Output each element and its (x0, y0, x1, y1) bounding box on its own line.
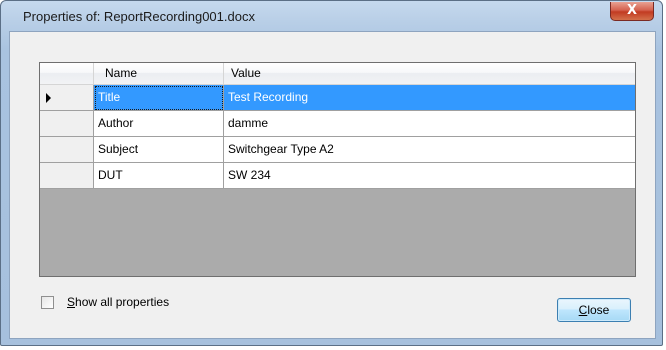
table-row[interactable]: Author damme (40, 111, 635, 137)
grid-header: Name Value (40, 63, 635, 85)
row-header[interactable] (40, 85, 94, 111)
row-pointer-icon (46, 93, 51, 103)
button-text: lose (587, 303, 610, 317)
column-header-name[interactable]: Name (94, 63, 224, 85)
show-all-properties-checkbox[interactable] (41, 295, 54, 309)
properties-grid[interactable]: Name Value Title Test Recording Author d… (39, 62, 636, 277)
property-value-cell[interactable]: SW 234 (224, 163, 635, 189)
property-name-cell[interactable]: Author (94, 111, 224, 137)
title-bar[interactable]: Properties of: ReportRecording001.docx X (1, 1, 662, 31)
property-name-cell[interactable]: Title (94, 85, 224, 111)
show-all-properties-label[interactable]: Show all properties (67, 295, 169, 309)
close-icon[interactable]: X (610, 2, 654, 21)
close-glyph: X (626, 3, 638, 18)
show-all-properties-option[interactable]: Show all properties (41, 294, 169, 310)
label-mnemonic: S (67, 295, 76, 309)
row-header[interactable] (40, 111, 94, 137)
property-value-cell[interactable]: Switchgear Type A2 (224, 137, 635, 163)
table-row[interactable]: DUT SW 234 (40, 163, 635, 189)
window-title: Properties of: ReportRecording001.docx (23, 9, 255, 24)
property-name-cell[interactable]: Subject (94, 137, 224, 163)
label-text: how all properties (75, 295, 170, 309)
row-header[interactable] (40, 163, 94, 189)
table-row[interactable]: Subject Switchgear Type A2 (40, 137, 635, 163)
dialog-client-area: Name Value Title Test Recording Author d… (9, 31, 656, 339)
grid-corner-cell[interactable] (40, 63, 94, 85)
property-value-cell[interactable]: damme (224, 111, 635, 137)
table-row[interactable]: Title Test Recording (40, 85, 635, 111)
close-button-label: Close (579, 303, 610, 317)
column-header-value[interactable]: Value (224, 63, 635, 85)
close-button[interactable]: Close (557, 298, 631, 322)
property-name-cell[interactable]: DUT (94, 163, 224, 189)
properties-dialog: Properties of: ReportRecording001.docx X… (0, 0, 663, 346)
property-value-cell[interactable]: Test Recording (224, 85, 635, 111)
row-header[interactable] (40, 137, 94, 163)
